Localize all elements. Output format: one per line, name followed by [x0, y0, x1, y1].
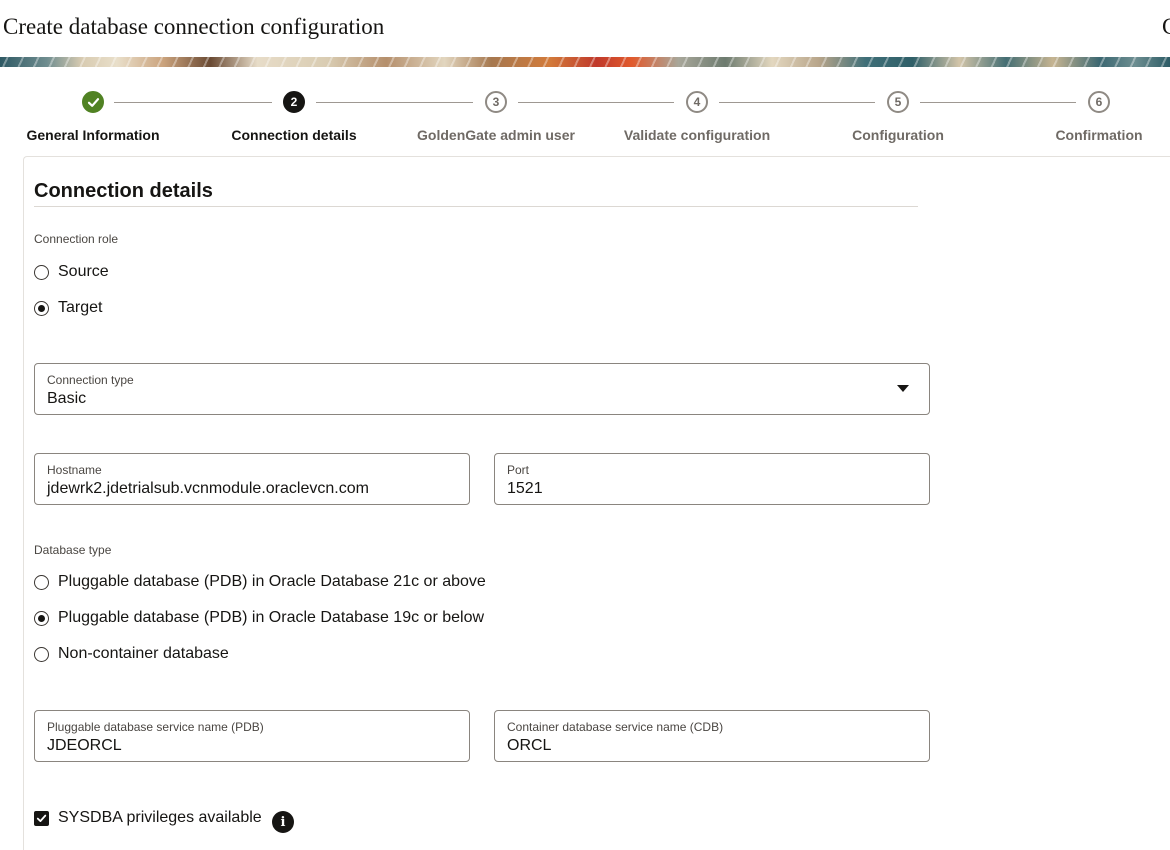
step-5-label: Configuration [852, 127, 944, 143]
cdb-service-label: Container database service name (CDB) [507, 720, 724, 734]
caret-down-icon[interactable] [897, 385, 909, 392]
sysdba-checkbox[interactable] [34, 810, 49, 826]
connection-type-select[interactable]: Connection type Basic [34, 363, 930, 415]
step-4-indicator: 4 [686, 91, 708, 113]
sysdba-checkbox-row[interactable]: SYSDBA privileges available [34, 809, 262, 827]
pdb-service-value: JDEORCL [47, 737, 122, 754]
page-title-overflow: C [1162, 14, 1170, 39]
step-3-indicator: 3 [485, 91, 507, 113]
radio-target-label: Target [58, 299, 103, 316]
step-2-indicator: 2 [283, 91, 305, 113]
step-3-label: GoldenGate admin user [417, 127, 575, 143]
step-general-information[interactable]: General Information [0, 91, 193, 143]
radio-pdb-21c[interactable]: Pluggable database (PDB) in Oracle Datab… [34, 573, 486, 591]
step-connection-details[interactable]: 2 Connection details [194, 91, 394, 143]
step-configuration[interactable]: 5 Configuration [798, 91, 998, 143]
radio-pdb-21c-label: Pluggable database (PDB) in Oracle Datab… [58, 573, 486, 590]
pdb-service-field[interactable]: Pluggable database service name (PDB) JD… [34, 710, 470, 762]
radio-pdb-21c-control[interactable] [34, 574, 49, 590]
port-field[interactable]: Port 1521 [494, 453, 930, 505]
port-value: 1521 [507, 480, 543, 497]
radio-non-container[interactable]: Non-container database [34, 645, 229, 663]
cdb-service-value: ORCL [507, 737, 552, 754]
hostname-value: jdewrk2.jdetrialsub.vcnmodule.oraclevcn.… [47, 480, 369, 497]
step-6-indicator: 6 [1088, 91, 1110, 113]
port-label: Port [507, 463, 530, 477]
info-icon[interactable]: i [272, 811, 294, 833]
checkmark-icon [87, 97, 99, 107]
connection-role-label: Connection role [34, 232, 119, 246]
hostname-field[interactable]: Hostname jdewrk2.jdetrialsub.vcnmodule.o… [34, 453, 470, 505]
radio-target[interactable]: Target [34, 299, 102, 317]
radio-pdb-19c-control[interactable] [34, 610, 49, 626]
radio-source[interactable]: Source [34, 263, 109, 281]
page-title: Create database connection configuration [3, 14, 385, 39]
radio-pdb-19c[interactable]: Pluggable database (PDB) in Oracle Datab… [34, 609, 484, 627]
section-divider [34, 206, 918, 207]
pdb-service-label: Pluggable database service name (PDB) [47, 720, 264, 734]
radio-source-label: Source [58, 263, 109, 280]
section-title: Connection details [34, 180, 213, 202]
connection-type-label: Connection type [47, 373, 134, 387]
checkmark-icon [36, 814, 47, 822]
step-1-indicator [82, 91, 104, 113]
step-validate-configuration[interactable]: 4 Validate configuration [597, 91, 797, 143]
radio-non-container-label: Non-container database [58, 645, 229, 662]
step-2-label: Connection details [231, 127, 357, 143]
step-6-label: Confirmation [1055, 127, 1143, 143]
sysdba-label: SYSDBA privileges available [58, 809, 262, 826]
connection-type-value: Basic [47, 390, 87, 407]
step-1-label: General Information [26, 127, 160, 143]
radio-non-container-control[interactable] [34, 646, 49, 662]
radio-target-control[interactable] [34, 300, 49, 316]
step-5-indicator: 5 [887, 91, 909, 113]
hostname-label: Hostname [47, 463, 102, 477]
step-goldengate-admin-user[interactable]: 3 GoldenGate admin user [396, 91, 596, 143]
decorative-banner [0, 57, 1170, 67]
database-type-label: Database type [34, 543, 112, 557]
step-confirmation[interactable]: 6 Confirmation [999, 91, 1170, 143]
radio-source-control[interactable] [34, 264, 49, 280]
radio-pdb-19c-label: Pluggable database (PDB) in Oracle Datab… [58, 609, 485, 626]
cdb-service-field[interactable]: Container database service name (CDB) OR… [494, 710, 930, 762]
step-4-label: Validate configuration [623, 127, 771, 143]
